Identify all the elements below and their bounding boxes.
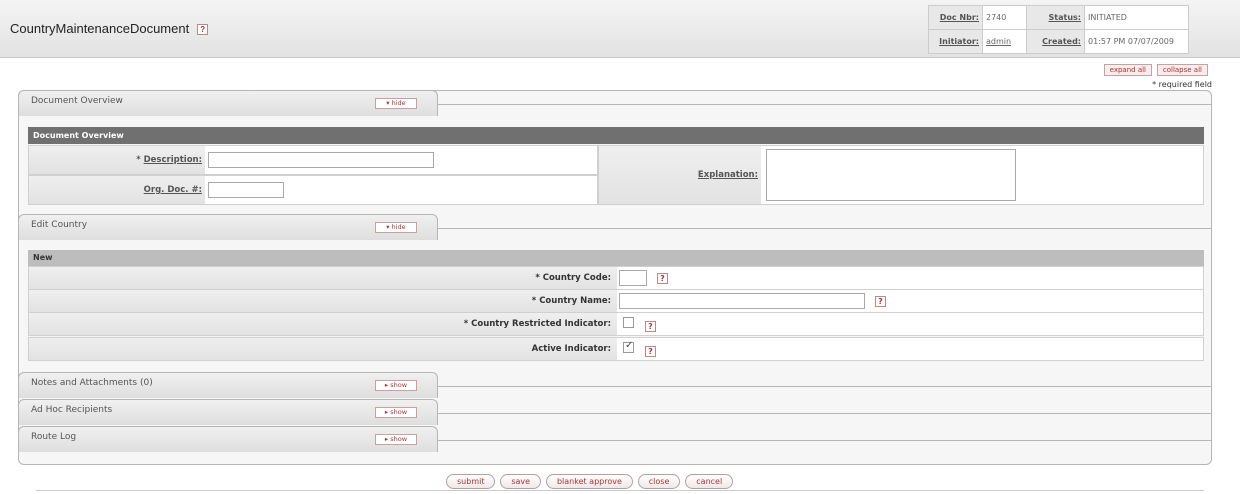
country-name-input[interactable] xyxy=(619,293,865,309)
tab-document-overview-label: Document Overview xyxy=(31,96,123,106)
status-value: INITIATED xyxy=(1084,5,1189,30)
country-restricted-label: * Country Restricted Indicator: xyxy=(29,313,617,335)
footer-divider xyxy=(36,490,1204,491)
org-doc-input[interactable] xyxy=(208,182,284,198)
document-overview-section-header: Document Overview xyxy=(28,127,1204,144)
created-value: 01:57 PM 07/07/2009 xyxy=(1084,29,1189,54)
expand-all-button[interactable]: expand all xyxy=(1103,64,1152,76)
tab-route-log: Route Log ▸ show xyxy=(18,426,1212,452)
document-title-text: CountryMaintenanceDocument xyxy=(10,21,190,36)
tab-document-overview: Document Overview ▾ hide xyxy=(18,90,1212,116)
notes-show-button[interactable]: ▸ show xyxy=(375,380,417,391)
country-code-row: * Country Code: ? xyxy=(28,266,1204,290)
doc-nbr-label: Doc Nbr: xyxy=(928,5,983,30)
collapse-all-button[interactable]: collapse all xyxy=(1156,64,1208,76)
submit-button[interactable]: submit xyxy=(446,474,496,489)
country-restricted-row: * Country Restricted Indicator: ? xyxy=(28,312,1204,336)
country-name-row: * Country Name: ? xyxy=(28,289,1204,313)
document-overview-hide-button[interactable]: ▾ hide xyxy=(375,98,417,109)
active-indicator-label: Active Indicator: xyxy=(29,338,617,360)
route-log-show-button[interactable]: ▸ show xyxy=(375,434,417,445)
document-title: CountryMaintenanceDocument? xyxy=(10,21,209,36)
explanation-textarea[interactable] xyxy=(766,149,1016,201)
action-buttons: submit save blanket approve close cancel xyxy=(446,474,735,489)
active-indicator-help-icon[interactable]: ? xyxy=(645,346,656,357)
description-input[interactable] xyxy=(208,152,434,168)
country-restricted-help-icon[interactable]: ? xyxy=(645,321,656,332)
document-info-table: Doc Nbr: 2740 Status: INITIATED Initiato… xyxy=(928,5,1189,54)
tab-notes-label: Notes and Attachments (0) xyxy=(31,378,153,388)
tab-edit-country-label: Edit Country xyxy=(31,220,88,230)
close-button[interactable]: close xyxy=(637,474,681,489)
created-label: Created: xyxy=(1026,29,1085,54)
cancel-button[interactable]: cancel xyxy=(685,474,734,489)
save-button[interactable]: save xyxy=(500,474,542,489)
new-section-header: New xyxy=(28,250,1204,266)
required-field-note: * required field xyxy=(1152,80,1212,89)
tab-adhoc-label: Ad Hoc Recipients xyxy=(31,405,113,415)
country-name-label: * Country Name: xyxy=(29,290,617,312)
adhoc-show-button[interactable]: ▸ show xyxy=(375,407,417,418)
blanket-approve-button[interactable]: blanket approve xyxy=(545,474,633,489)
initiator-link[interactable]: admin xyxy=(982,29,1027,54)
active-indicator-row: Active Indicator: ? xyxy=(28,337,1204,361)
org-doc-label: Org. Doc. #: xyxy=(29,176,205,204)
country-code-label: * Country Code: xyxy=(29,267,617,289)
status-label: Status: xyxy=(1026,5,1085,30)
document-overview-form: * Description: Org. Doc. #: Explanation: xyxy=(28,145,1204,206)
country-restricted-checkbox[interactable] xyxy=(623,317,634,328)
tab-ad-hoc-recipients: Ad Hoc Recipients ▸ show xyxy=(18,399,1212,425)
initiator-label: Initiator: xyxy=(928,29,983,54)
tab-notes-and-attachments: Notes and Attachments (0) ▸ show xyxy=(18,372,1212,398)
document-header: CountryMaintenanceDocument? Doc Nbr: 274… xyxy=(0,0,1240,58)
description-label: * Description: xyxy=(29,146,205,174)
expand-collapse-buttons: expand all collapse all xyxy=(1102,64,1208,76)
country-name-help-icon[interactable]: ? xyxy=(875,296,886,307)
explanation-label: Explanation: xyxy=(599,146,761,204)
doc-nbr-value: 2740 xyxy=(982,5,1027,30)
country-code-input[interactable] xyxy=(619,270,647,286)
tab-edit-country: Edit Country ▾ hide xyxy=(18,214,1212,240)
active-indicator-checkbox[interactable] xyxy=(623,340,634,353)
edit-country-hide-button[interactable]: ▾ hide xyxy=(375,222,417,233)
country-code-help-icon[interactable]: ? xyxy=(657,273,668,284)
tab-route-log-label: Route Log xyxy=(31,432,77,442)
help-icon[interactable]: ? xyxy=(197,24,209,36)
